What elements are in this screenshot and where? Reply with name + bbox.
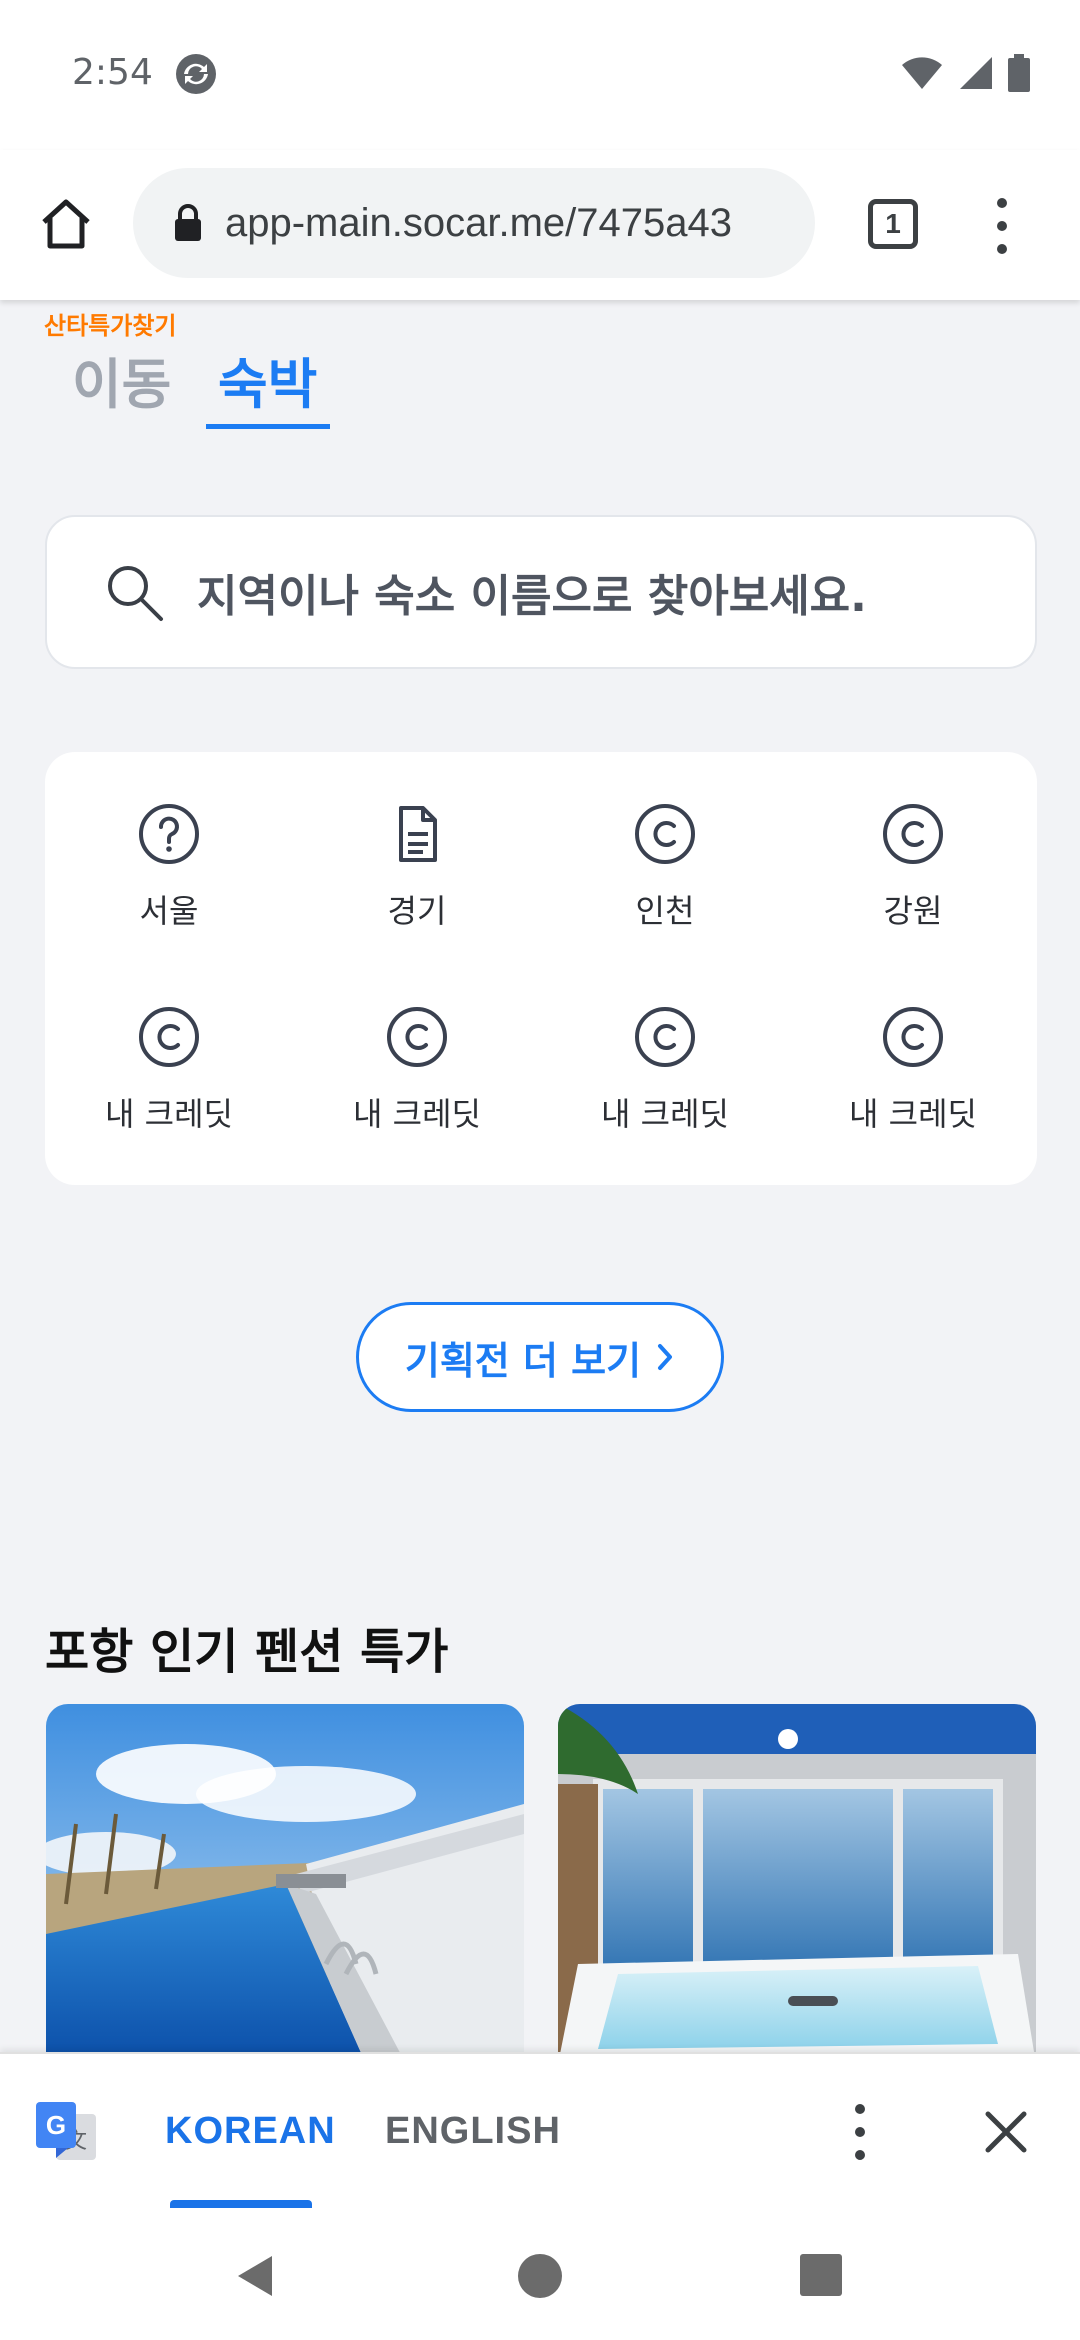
category-label: 내 크레딧 (105, 1095, 233, 1133)
battery-icon (1008, 54, 1030, 92)
lock-icon (175, 204, 201, 241)
status-time: 2:54 (72, 52, 153, 93)
wifi-icon (902, 57, 942, 89)
more-vert-icon[interactable] (990, 198, 1014, 254)
jacuzzi-photo-image (558, 1704, 1036, 2064)
pool-photo-image (46, 1704, 524, 2064)
search-input[interactable]: 지역이나 숙소 이름으로 찾아보세요. (45, 515, 1037, 669)
search-placeholder: 지역이나 숙소 이름으로 찾아보세요. (197, 571, 867, 622)
category-my-credit[interactable]: 내 크레딧 (45, 1005, 293, 1135)
category-label: 강원 (883, 892, 943, 930)
close-icon[interactable] (978, 2104, 1034, 2160)
category-label: 내 크레딧 (601, 1095, 729, 1133)
svg-text:G: G (46, 2110, 66, 2140)
category-seoul[interactable]: 서울 (45, 802, 293, 932)
jacuzzi-photo[interactable] (558, 1704, 1036, 2064)
language-tab-english[interactable]: ENGLISH (385, 2110, 561, 2153)
home-nav-icon[interactable] (518, 2254, 562, 2298)
category-gyeonggi[interactable]: 경기 (293, 802, 541, 932)
recents-icon[interactable] (800, 2254, 842, 2296)
document-icon (399, 806, 437, 862)
signal-icon (960, 57, 992, 89)
google-translate-icon: 文 G (36, 2102, 96, 2160)
system-nav-bar (0, 2208, 1080, 2340)
category-my-credit[interactable]: 내 크레딧 (541, 1005, 789, 1135)
category-my-credit[interactable]: 내 크레딧 (293, 1005, 541, 1135)
copyright-icon (883, 1007, 943, 1067)
copyright-icon (635, 804, 695, 864)
copyright-icon (883, 804, 943, 864)
category-incheon[interactable]: 인천 (541, 802, 789, 932)
category-label: 서울 (139, 892, 199, 930)
copyright-icon (635, 1007, 695, 1067)
promo-label[interactable]: 산타특가찾기 (44, 306, 176, 341)
home-icon[interactable] (36, 194, 96, 254)
category-label: 내 크레딧 (849, 1095, 977, 1133)
question-circle-icon (139, 804, 199, 864)
browser-toolbar: app-main.socar.me/7475a43 1 (0, 150, 1080, 300)
back-icon[interactable] (232, 2252, 278, 2300)
more-exhibitions-button[interactable]: 기획전 더 보기 (356, 1302, 724, 1412)
chevron-right-icon (658, 1344, 673, 1370)
copyright-icon (387, 1007, 447, 1067)
category-label: 내 크레딧 (353, 1095, 481, 1133)
sync-app-icon (176, 54, 216, 94)
translate-more-icon[interactable] (850, 2104, 870, 2160)
more-exhibitions-label: 기획전 더 보기 (404, 1338, 642, 1383)
search-icon (108, 566, 163, 621)
status-bar: 2:54 (0, 0, 1080, 150)
category-label: 경기 (387, 892, 447, 930)
active-tab-indicator (206, 424, 330, 429)
section-title: 포항 인기 펜션 특가 (45, 1624, 449, 1680)
region-category-grid: 서울 경기 인천 강원 내 크레딧 내 크레딧 내 크레딧 내 크레딧 (45, 752, 1037, 1185)
language-tab-korean[interactable]: KOREAN (165, 2110, 336, 2153)
category-my-credit[interactable]: 내 크레딧 (789, 1005, 1037, 1135)
category-gangwon[interactable]: 강원 (789, 802, 1037, 932)
category-label: 인천 (635, 892, 695, 930)
tab-move[interactable]: 이동 (72, 340, 171, 419)
tab-stay[interactable]: 숙박 (218, 340, 317, 419)
url-text: app-main.socar.me/7475a43 (225, 200, 732, 245)
active-language-indicator (170, 2200, 312, 2208)
translate-bar: 文 G KOREAN ENGLISH (0, 2052, 1080, 2208)
tab-switcher-button[interactable]: 1 (868, 199, 918, 249)
pool-photo[interactable] (46, 1704, 524, 2064)
status-icons (900, 54, 1030, 92)
copyright-icon (139, 1007, 199, 1067)
address-bar[interactable]: app-main.socar.me/7475a43 (133, 168, 815, 278)
